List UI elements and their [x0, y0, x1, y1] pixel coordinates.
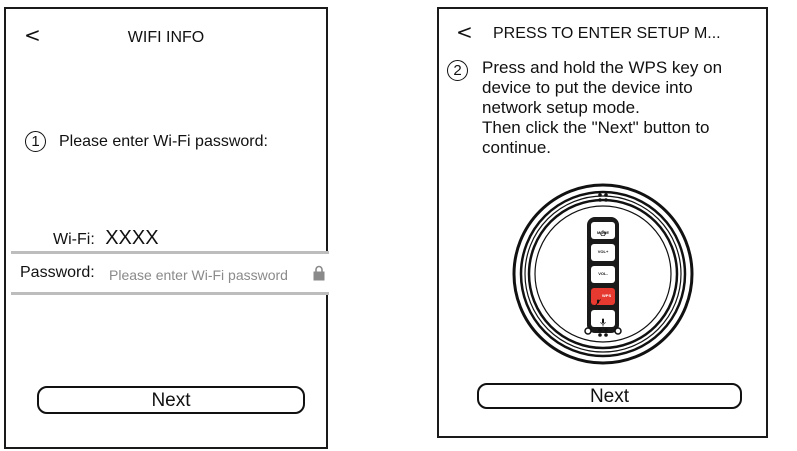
- wifi-network-row: Wi-Fi: XXXX: [53, 227, 159, 250]
- wps-label: WPS: [602, 293, 612, 298]
- setup-mode-screen: < PRESS TO ENTER SETUP M... 2 Press and …: [437, 7, 768, 438]
- device-mode-button: MODE: [591, 222, 615, 239]
- instruction-line: Then click the "Next" button to: [482, 118, 710, 137]
- step-number-badge: 1: [25, 131, 46, 152]
- page-title: PRESS TO ENTER SETUP M...: [493, 25, 721, 42]
- wifi-info-screen: < WIFI INFO 1 Please enter Wi-Fi passwor…: [4, 7, 329, 449]
- password-input-placeholder[interactable]: Please enter Wi-Fi password: [109, 267, 288, 283]
- device-vol-up-button: VOL+: [591, 244, 615, 261]
- instruction-line: device to put the device into: [482, 78, 693, 97]
- device-illustration: MODE VOL+ VOL- WPS: [512, 183, 694, 365]
- next-button[interactable]: Next: [37, 386, 305, 414]
- instruction-line: network setup mode.: [482, 98, 640, 117]
- instruction-text: Press and hold the WPS key on device to …: [482, 58, 722, 158]
- wifi-ssid: XXXX: [105, 227, 159, 249]
- back-icon[interactable]: <: [456, 22, 473, 42]
- page-title: WIFI INFO: [127, 29, 205, 46]
- mode-label: MODE: [597, 230, 609, 235]
- vol-up-label: VOL+: [597, 249, 609, 254]
- device-mic-button: [591, 310, 615, 327]
- step-number-badge: 2: [447, 60, 468, 81]
- device-wps-button: WPS: [591, 288, 615, 306]
- mic-mute-icon: [595, 293, 601, 311]
- instruction-line: continue.: [482, 138, 551, 157]
- vol-down-label: VOL-: [598, 271, 608, 276]
- password-field[interactable]: Password: Please enter Wi-Fi password: [11, 251, 329, 295]
- wifi-label: Wi-Fi:: [53, 231, 95, 248]
- instruction-text: Please enter Wi-Fi password:: [59, 133, 268, 150]
- instruction-line: Press and hold the WPS key on: [482, 58, 723, 77]
- device-vol-down-button: VOL-: [591, 266, 615, 283]
- password-label: Password:: [20, 264, 95, 281]
- mic-icon: [600, 314, 606, 332]
- lock-icon: [313, 265, 325, 281]
- next-button[interactable]: Next: [477, 383, 742, 409]
